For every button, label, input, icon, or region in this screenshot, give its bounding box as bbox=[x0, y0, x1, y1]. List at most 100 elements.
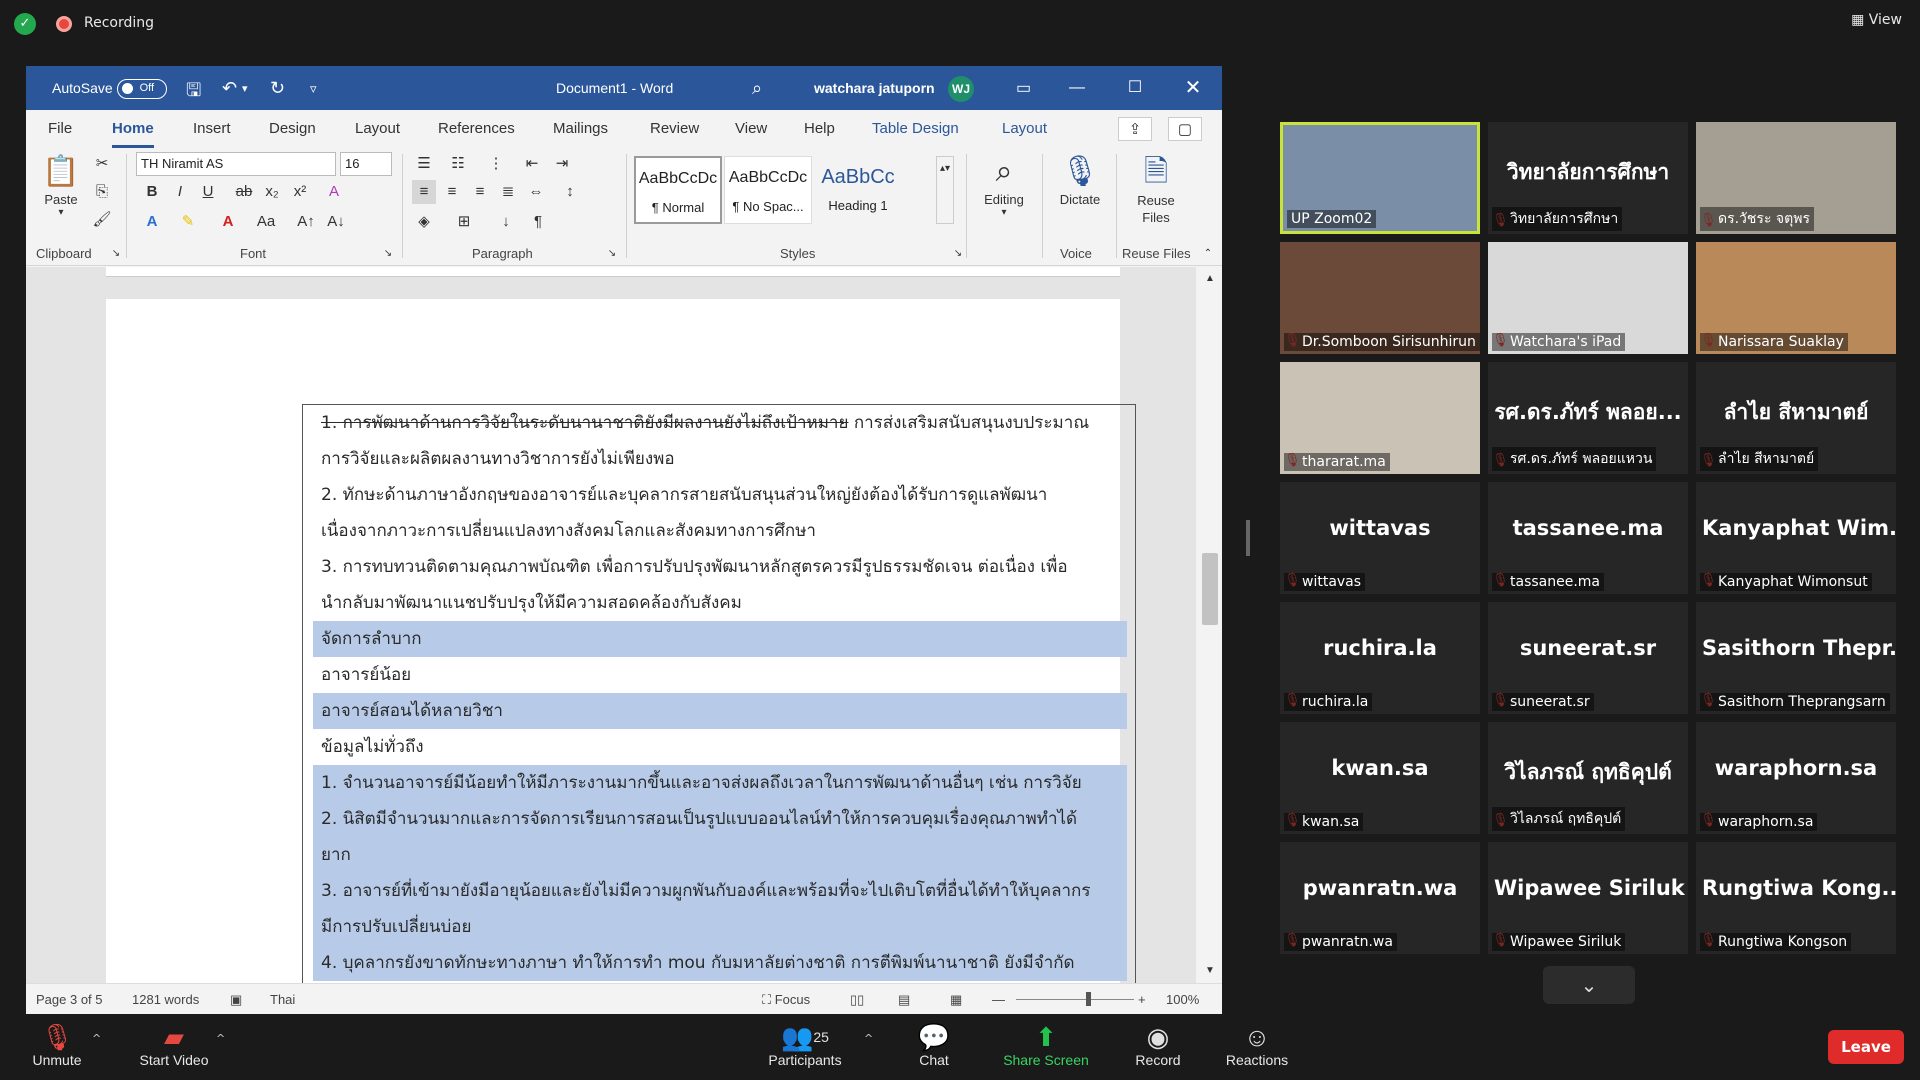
table-row[interactable]: 1. การพัฒนาด้านการวิจัยในระดับนานาชาติยั… bbox=[313, 405, 1127, 477]
user-avatar[interactable]: WJ bbox=[948, 76, 974, 102]
table-row[interactable]: 1. จำนวนอาจารย์มีน้อยทำให้มีภาระงานมากขึ… bbox=[313, 765, 1127, 981]
view-button[interactable]: ▦ View bbox=[1851, 12, 1902, 28]
tab-references[interactable]: References bbox=[438, 110, 515, 148]
reactions-button[interactable]: ☺ Reactions bbox=[1222, 1022, 1292, 1068]
document-page[interactable]: 1. การพัฒนาด้านการวิจัยในระดับนานาชาติยั… bbox=[106, 299, 1136, 983]
panel-resize-handle[interactable] bbox=[1246, 520, 1250, 556]
tab-design[interactable]: Design bbox=[269, 110, 316, 148]
tab-layout[interactable]: Layout bbox=[355, 110, 400, 148]
table-cell-text[interactable]: อาจารย์น้อย bbox=[313, 657, 1127, 693]
start-video-button[interactable]: ▰ Start Video bbox=[132, 1022, 216, 1068]
table-cell-text[interactable]: ยาก bbox=[313, 837, 1127, 873]
undo-dropdown-icon[interactable]: ▾ bbox=[242, 82, 248, 95]
show-marks-icon[interactable]: ¶ bbox=[526, 210, 550, 234]
align-right-icon[interactable]: ≡ bbox=[468, 180, 492, 204]
participants-button[interactable]: 👥25 Participants bbox=[760, 1022, 850, 1068]
table-cell-text[interactable]: 1. การพัฒนาด้านการวิจัยในระดับนานาชาติยั… bbox=[313, 405, 1127, 441]
participant-tile[interactable]: wittavas 🎙 wittavas bbox=[1280, 482, 1480, 594]
table-cell-text[interactable]: จัดการลำบาก bbox=[313, 621, 1127, 657]
style-heading-1[interactable]: AaBbCc Heading 1 bbox=[814, 156, 902, 224]
vertical-scrollbar[interactable]: ▲ ▼ bbox=[1198, 267, 1222, 983]
participant-tile[interactable]: วิทยาลัยการศึกษา 🎙 วิทยาลัยการศึกษา bbox=[1488, 122, 1688, 234]
sort-icon[interactable]: ↓ bbox=[494, 210, 518, 234]
table-cell-text[interactable]: ข้อมูลไม่ทั่วถึง bbox=[313, 729, 1127, 765]
customize-toolbar-icon[interactable]: ▿ bbox=[310, 81, 317, 97]
paste-button[interactable]: 📋 Paste ▾ bbox=[36, 152, 86, 218]
video-options-icon[interactable]: ^ bbox=[216, 1032, 225, 1045]
line-spacing-icon[interactable]: ↕ bbox=[558, 180, 582, 204]
share-screen-button[interactable]: ⬆ Share Screen bbox=[998, 1022, 1094, 1068]
format-painter-icon[interactable]: 🖌 bbox=[90, 208, 114, 232]
multilevel-list-icon[interactable]: ⋮ bbox=[484, 152, 508, 176]
table-row[interactable]: 2. ทักษะด้านภาษาอังกฤษของอาจารย์และบุคลา… bbox=[313, 477, 1127, 549]
table-cell-text[interactable]: นำกลับมาพัฒนาแนชปรับปรุงให้มีความสอดคล้อ… bbox=[313, 585, 1127, 621]
participant-tile[interactable]: waraphorn.sa 🎙 waraphorn.sa bbox=[1696, 722, 1896, 834]
table-cell-text[interactable]: เนื่องจากภาวะการเปลี่ยนแปลงทางสังคมโลกแล… bbox=[313, 513, 1127, 549]
participant-tile[interactable]: Sasithorn Thepr... 🎙 Sasithorn Theprangsar… bbox=[1696, 602, 1896, 714]
grow-font-icon[interactable]: A↑ bbox=[294, 210, 318, 234]
participant-tile[interactable]: ruchira.la 🎙 ruchira.la bbox=[1280, 602, 1480, 714]
participant-tile[interactable]: UP Zoom02 bbox=[1280, 122, 1480, 234]
save-icon[interactable]: 🖫 bbox=[186, 78, 201, 108]
table-row[interactable]: อาจารย์สอนได้หลายวิชา bbox=[313, 693, 1127, 729]
print-layout-icon[interactable]: ▤ bbox=[898, 984, 910, 1014]
participants-options-icon[interactable]: ^ bbox=[864, 1032, 873, 1045]
tab-file[interactable]: File bbox=[48, 110, 72, 148]
table-cell-text[interactable]: 2. ทักษะด้านภาษาอังกฤษของอาจารย์และบุคลา… bbox=[313, 477, 1127, 513]
participant-tile[interactable]: Kanyaphat Wim... 🎙 Kanyaphat Wimonsut bbox=[1696, 482, 1896, 594]
reuse-files-button[interactable]: 🗎 Reuse Files bbox=[1120, 152, 1192, 226]
underline-icon[interactable]: U bbox=[196, 180, 220, 204]
read-mode-icon[interactable]: ▯▯ bbox=[850, 984, 864, 1014]
table-row[interactable]: 3. การทบทวนติดตามคุณภาพบัณฑิต เพื่อการปร… bbox=[313, 549, 1127, 621]
font-name-select[interactable]: TH Niramit AS bbox=[136, 152, 336, 176]
font-launcher-icon[interactable]: ↘ bbox=[376, 242, 400, 266]
share-icon[interactable]: ⇪ bbox=[1118, 117, 1152, 141]
table-cell-text[interactable]: 1. จำนวนอาจารย์มีน้อยทำให้มีภาระงานมากขึ… bbox=[313, 765, 1127, 801]
borders-icon[interactable]: ⊞ bbox=[452, 210, 476, 234]
deleted-text[interactable]: 1. การพัฒนาด้านการวิจัยในระดับนานาชาติยั… bbox=[321, 413, 848, 433]
increase-indent-icon[interactable]: ⇥ bbox=[550, 152, 574, 176]
language-label[interactable]: Thai bbox=[270, 984, 295, 1014]
user-name[interactable]: watchara jatuporn bbox=[814, 66, 935, 110]
tab-table-layout[interactable]: Layout bbox=[1002, 110, 1047, 148]
participant-tile[interactable]: tassanee.ma 🎙 tassanee.ma bbox=[1488, 482, 1688, 594]
strikethrough-icon[interactable]: ab bbox=[232, 180, 256, 204]
zoom-slider[interactable] bbox=[1016, 984, 1144, 1014]
tab-review[interactable]: Review bbox=[650, 110, 699, 148]
record-button[interactable]: ◉ Record bbox=[1130, 1022, 1186, 1068]
participant-tile[interactable]: 🎙 Dr.Somboon Sirisunhirun bbox=[1280, 242, 1480, 354]
search-icon[interactable]: ⌕ bbox=[752, 78, 762, 99]
bullets-icon[interactable]: ☰ bbox=[412, 152, 436, 176]
maximize-icon[interactable]: ☐ bbox=[1112, 66, 1158, 110]
numbering-icon[interactable]: ☷ bbox=[446, 152, 470, 176]
participant-tile[interactable]: Wipawee Siriluk 🎙 Wipawee Siriluk bbox=[1488, 842, 1688, 954]
font-size-select[interactable]: 16 bbox=[340, 152, 392, 176]
participant-tile[interactable]: 🎙 Watchara's iPad bbox=[1488, 242, 1688, 354]
change-case-icon[interactable]: Aa bbox=[254, 210, 278, 234]
style-normal[interactable]: AaBbCcDc ¶ Normal bbox=[634, 156, 722, 224]
table-cell-text[interactable]: 3. การทบทวนติดตามคุณภาพบัณฑิต เพื่อการปร… bbox=[313, 549, 1127, 585]
cut-icon[interactable]: ✂ bbox=[90, 152, 114, 176]
table-cell-text[interactable]: 2. นิสิตมีจำนวนมากและการจัดการเรียนการสอ… bbox=[313, 801, 1127, 837]
editing-button[interactable]: ⌕ Editing ▾ bbox=[972, 152, 1036, 218]
table-cell-text[interactable]: อาจารย์สอนได้หลายวิชา bbox=[313, 693, 1127, 729]
paragraph-launcher-icon[interactable]: ↘ bbox=[600, 242, 624, 266]
dictate-button[interactable]: 🎙 Dictate bbox=[1048, 152, 1112, 207]
participant-tile[interactable]: วิไลภรณ์ ฤทธิคุปต์ 🎙 วิไลภรณ์ ฤทธิคุปต์ bbox=[1488, 722, 1688, 834]
participant-tile[interactable]: 🎙 Narissara Suaklay bbox=[1696, 242, 1896, 354]
comments-icon[interactable]: ▢ bbox=[1168, 117, 1202, 141]
ribbon-display-icon[interactable]: ▭ bbox=[1016, 78, 1031, 98]
table-row[interactable]: อาจารย์น้อย bbox=[313, 657, 1127, 693]
participant-tile[interactable]: suneerat.sr 🎙 suneerat.sr bbox=[1488, 602, 1688, 714]
participant-tile[interactable]: ลำไย สีหามาตย์ 🎙 ลำไย สีหามาตย์ bbox=[1696, 362, 1896, 474]
participant-tile[interactable]: 🎙 ดร.วัชระ จตุพร bbox=[1696, 122, 1896, 234]
bold-icon[interactable]: B bbox=[140, 180, 164, 204]
tab-view[interactable]: View bbox=[735, 110, 767, 148]
close-icon[interactable]: ✕ bbox=[1170, 66, 1216, 110]
style-no-spacing[interactable]: AaBbCcDc ¶ No Spac... bbox=[724, 156, 812, 224]
minimize-icon[interactable]: — bbox=[1054, 66, 1100, 110]
document-table[interactable]: 1. การพัฒนาด้านการวิจัยในระดับนานาชาติยั… bbox=[302, 404, 1136, 983]
table-cell-text[interactable]: 3. อาจารย์ที่เข้ามายังมีอายุน้อยและยังไม… bbox=[313, 873, 1127, 909]
table-cell-text[interactable]: 4. บุคลากรยังขาดทักษะทางภาษา ทำให้การทำ … bbox=[313, 945, 1127, 981]
italic-icon[interactable]: I bbox=[168, 180, 192, 204]
